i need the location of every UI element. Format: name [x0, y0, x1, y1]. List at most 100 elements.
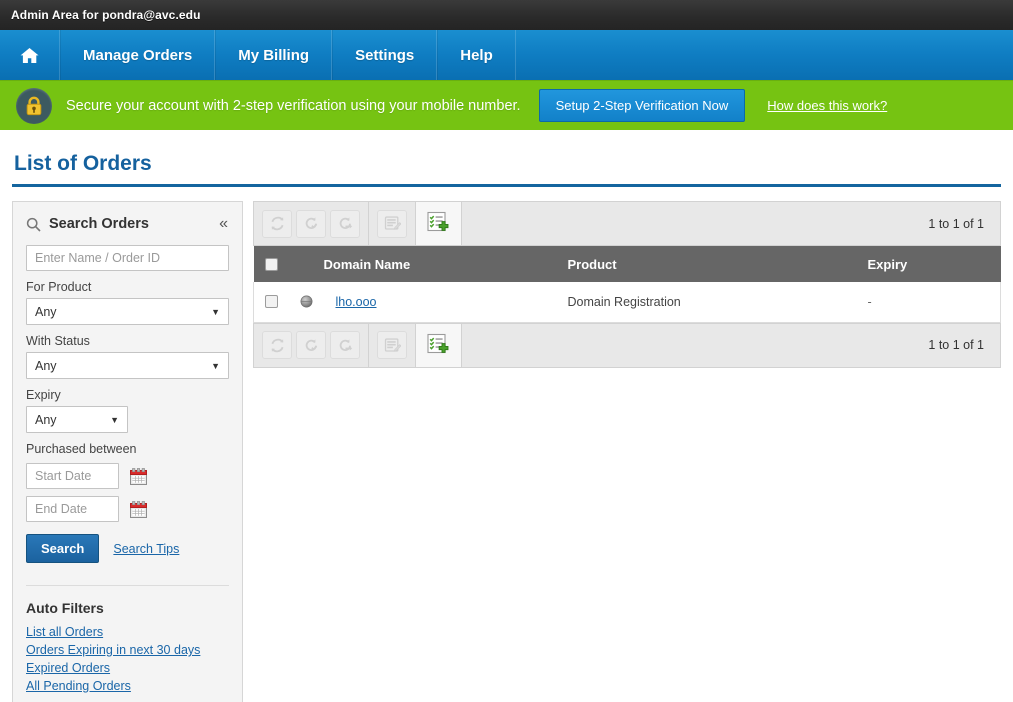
- nav-label: My Billing: [238, 46, 310, 64]
- row-domain-cell: lho.ooo: [323, 282, 568, 323]
- row-checkbox[interactable]: [265, 295, 279, 309]
- expiry-value: -: [867, 294, 872, 309]
- select-all-checkbox[interactable]: [265, 257, 278, 271]
- product-value: Domain Registration: [567, 294, 681, 309]
- start-date-input[interactable]: [26, 463, 119, 489]
- globe-icon: [290, 295, 324, 308]
- search-input[interactable]: [26, 245, 229, 271]
- nav-item-manage-orders[interactable]: Manage Orders: [60, 30, 216, 80]
- transfer-arrow-icon[interactable]: [330, 209, 360, 238]
- end-date-row: [26, 496, 229, 522]
- calendar-icon[interactable]: [130, 500, 147, 518]
- nav-item-settings[interactable]: Settings: [332, 30, 438, 80]
- lock-icon: [16, 87, 52, 124]
- pager-text: 1 to 1 of 1: [928, 338, 984, 352]
- row-status-cell: [289, 282, 324, 323]
- purchased-between-label: Purchased between: [26, 442, 137, 456]
- header-expiry[interactable]: Expiry: [867, 246, 1001, 282]
- with-status-select[interactable]: Any ▼: [26, 352, 229, 379]
- page-body: List of Orders Search Orders « For Produ…: [0, 152, 1013, 702]
- pager-bottom: 1 to 1 of 1: [928, 324, 1000, 367]
- nav-label: Help: [460, 46, 493, 64]
- auto-filter-all-pending-orders[interactable]: All Pending Orders: [26, 679, 229, 693]
- add-order-list-icon[interactable]: [416, 323, 462, 367]
- renew-check-icon[interactable]: [296, 209, 326, 238]
- search-actions: Search Search Tips: [26, 534, 229, 563]
- bulk-edit-icon[interactable]: [377, 331, 407, 359]
- chevron-down-icon: ▼: [110, 414, 119, 425]
- transfer-arrow-icon[interactable]: [330, 331, 360, 359]
- nav-label: Manage Orders: [83, 46, 193, 64]
- orders-table: Domain Name Product Expiry lho.ooo Domai…: [253, 246, 1001, 323]
- toolbar-bulk-edit-group: [369, 323, 416, 367]
- add-order-list-icon[interactable]: [416, 202, 462, 245]
- row-product-cell: Domain Registration: [567, 282, 868, 323]
- auto-filter-expired-orders[interactable]: Expired Orders: [26, 661, 229, 675]
- header-select-all: [253, 246, 290, 282]
- page-layout: Search Orders « For Product Any ▼ With S…: [12, 201, 1001, 702]
- search-orders-sidebar: Search Orders « For Product Any ▼ With S…: [12, 201, 243, 702]
- search-icon: [26, 217, 41, 232]
- header-label: Product: [567, 256, 617, 272]
- collapse-left-icon[interactable]: «: [218, 216, 229, 232]
- for-product-label: For Product: [26, 280, 92, 294]
- orders-content: 1 to 1 of 1 Domain Name Product Expiry l…: [253, 201, 1001, 368]
- setup-2step-verification-button[interactable]: Setup 2-Step Verification Now: [538, 89, 746, 122]
- title-divider: [12, 184, 1001, 187]
- header-status-icon: [289, 246, 324, 282]
- for-product-select[interactable]: Any ▼: [26, 298, 229, 325]
- nav-label: Settings: [355, 46, 415, 64]
- calendar-icon[interactable]: [130, 467, 147, 485]
- search-button[interactable]: Search: [26, 534, 100, 563]
- orders-table-body: lho.ooo Domain Registration -: [253, 282, 1001, 323]
- bulk-edit-icon[interactable]: [377, 209, 407, 238]
- with-status-label: With Status: [26, 334, 90, 348]
- sync-icon[interactable]: [262, 209, 292, 238]
- header-product[interactable]: Product: [567, 246, 868, 282]
- domain-name-link[interactable]: lho.ooo: [336, 295, 377, 309]
- sidebar-divider: [26, 585, 229, 586]
- pager-text: 1 to 1 of 1: [928, 216, 984, 231]
- two-step-verification-banner: Secure your account with 2-step verifica…: [0, 80, 1013, 130]
- auto-filter-orders-expiring-30-days[interactable]: Orders Expiring in next 30 days: [26, 643, 229, 657]
- chevron-down-icon: ▼: [211, 306, 220, 317]
- chevron-down-icon: ▼: [211, 360, 220, 371]
- orders-toolbar-top: 1 to 1 of 1: [253, 201, 1001, 246]
- table-row: lho.ooo Domain Registration -: [253, 282, 1001, 323]
- home-icon: [20, 47, 39, 64]
- nav-item-help[interactable]: Help: [437, 30, 516, 80]
- orders-table-header-row: Domain Name Product Expiry: [253, 246, 1001, 282]
- for-product-value: Any: [35, 304, 57, 319]
- toolbar-action-group: [254, 202, 369, 245]
- promo-message: Secure your account with 2-step verifica…: [66, 97, 521, 114]
- pager-top: 1 to 1 of 1: [928, 202, 1000, 245]
- sidebar-header: Search Orders «: [26, 216, 229, 232]
- how-does-this-work-link[interactable]: How does this work?: [767, 98, 887, 113]
- orders-toolbar-bottom: 1 to 1 of 1: [253, 322, 1001, 368]
- row-select-cell: [253, 282, 290, 323]
- sync-icon[interactable]: [262, 331, 292, 359]
- main-navigation: Manage Orders My Billing Settings Help: [0, 30, 1013, 80]
- row-expiry-cell: -: [867, 282, 1001, 323]
- toolbar-action-group: [254, 323, 369, 367]
- expiry-select[interactable]: Any ▼: [26, 406, 128, 433]
- toolbar-bulk-edit-group: [369, 202, 416, 245]
- admin-bar: Admin Area for pondra@avc.edu: [0, 0, 1013, 30]
- search-tips-link[interactable]: Search Tips: [113, 542, 179, 556]
- expiry-label: Expiry: [26, 388, 61, 402]
- expiry-value: Any: [35, 412, 57, 427]
- nav-item-home[interactable]: [0, 30, 60, 80]
- end-date-input[interactable]: [26, 496, 119, 522]
- with-status-value: Any: [35, 358, 57, 373]
- start-date-row: [26, 463, 229, 489]
- admin-bar-text: Admin Area for pondra@avc.edu: [11, 8, 201, 22]
- header-domain-name[interactable]: Domain Name: [323, 246, 568, 282]
- header-label: Expiry: [867, 256, 908, 272]
- nav-item-my-billing[interactable]: My Billing: [215, 30, 333, 80]
- page-title: List of Orders: [14, 152, 152, 175]
- sidebar-title: Search Orders: [49, 216, 149, 232]
- auto-filters-title: Auto Filters: [26, 600, 104, 616]
- header-label: Domain Name: [323, 256, 411, 272]
- renew-check-icon[interactable]: [296, 331, 326, 359]
- auto-filter-list-all-orders[interactable]: List all Orders: [26, 625, 229, 639]
